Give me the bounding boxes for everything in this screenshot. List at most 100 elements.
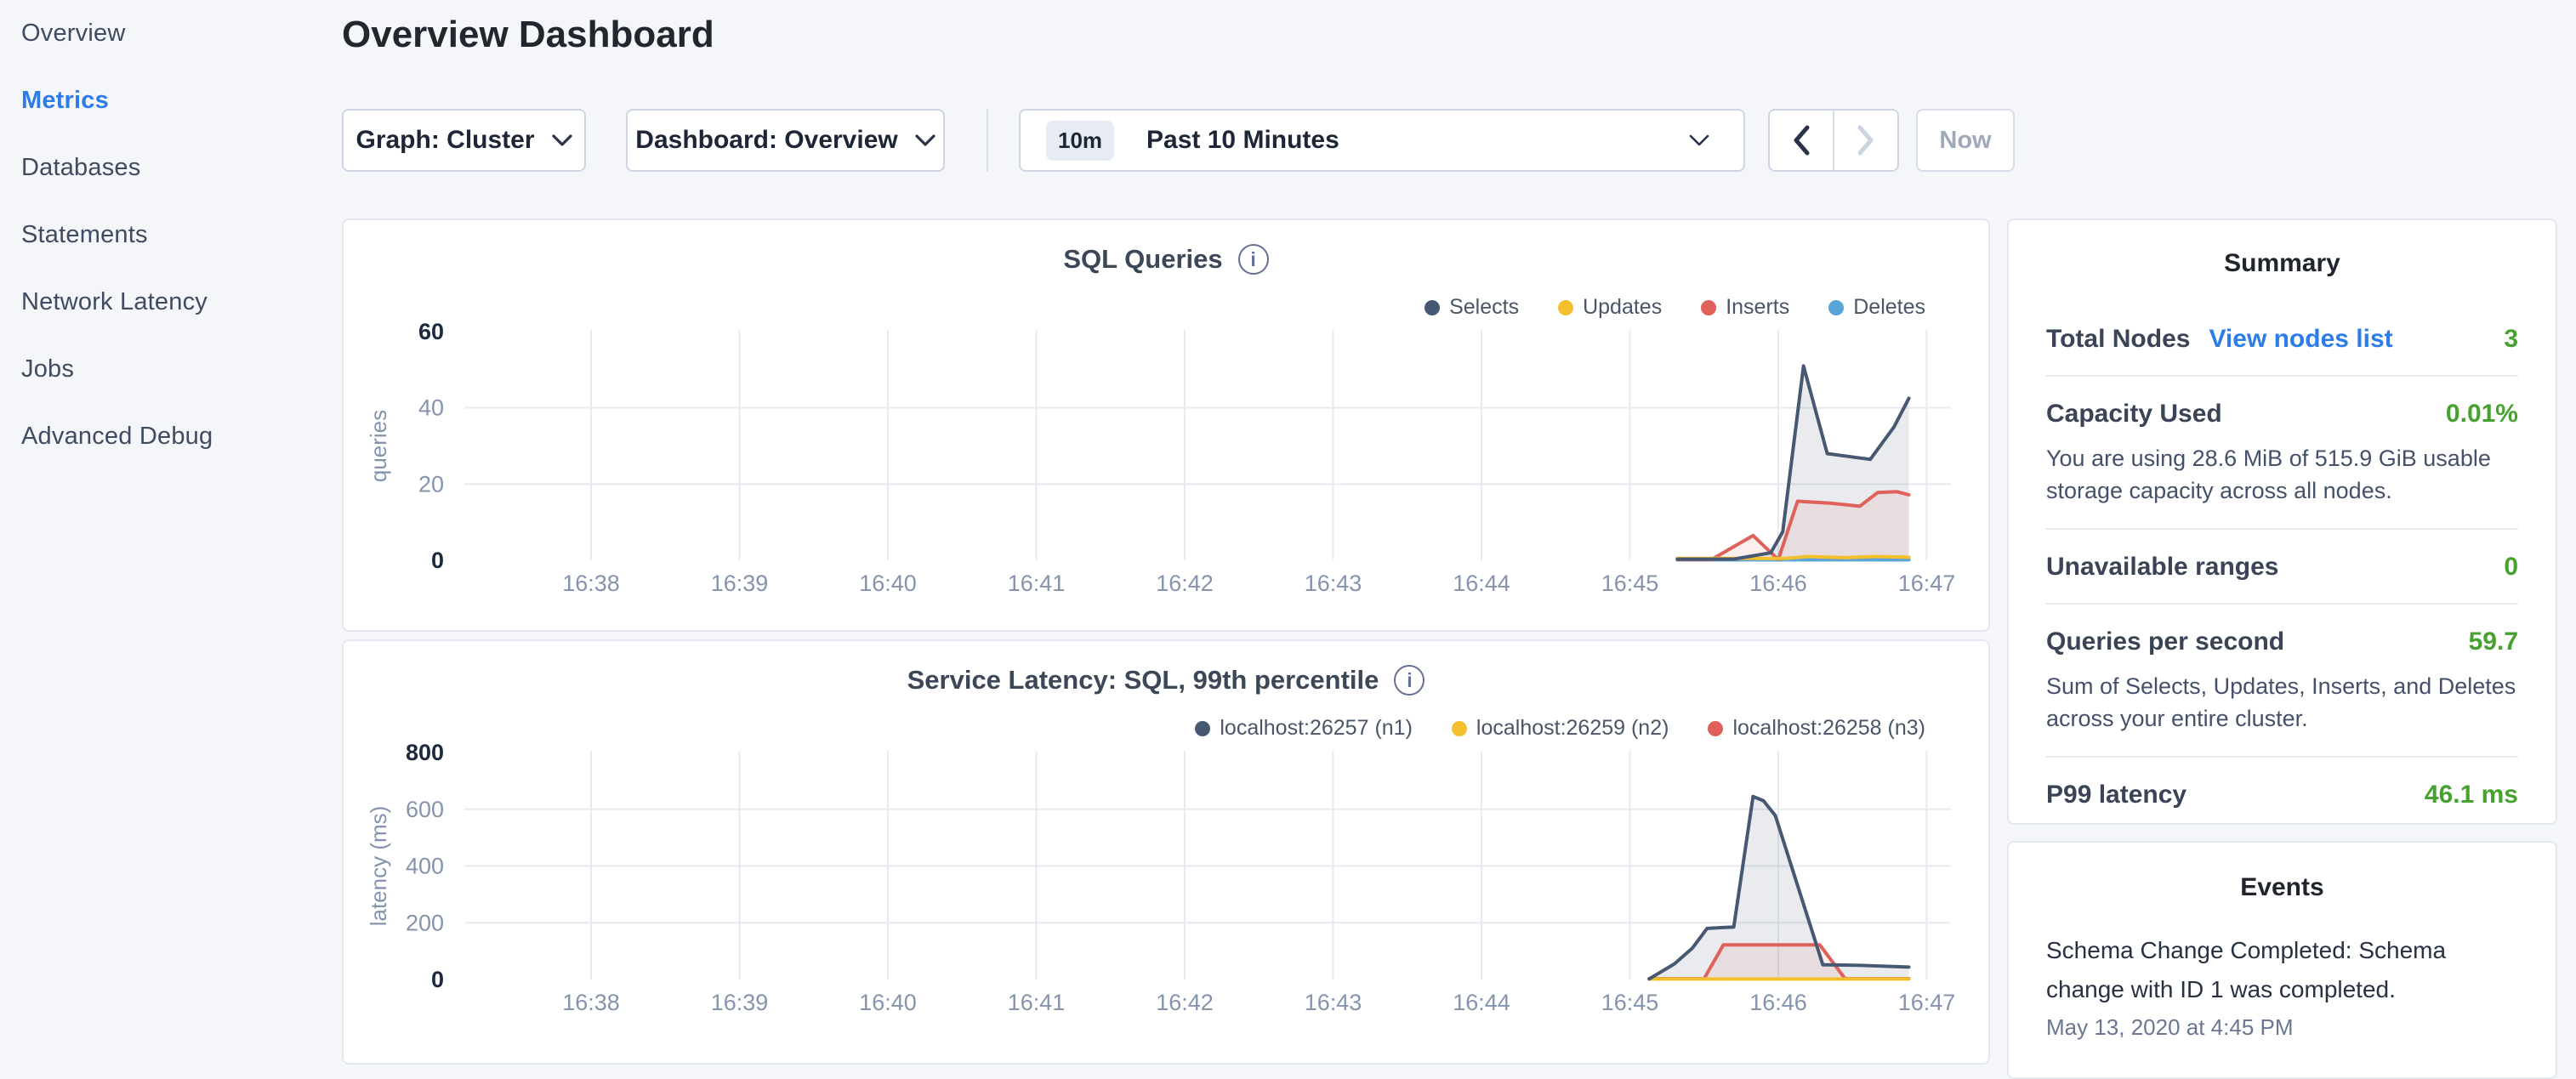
- svg-text:16:43: 16:43: [1305, 571, 1362, 596]
- svg-text:16:46: 16:46: [1749, 990, 1807, 1015]
- svg-text:16:38: 16:38: [562, 571, 620, 596]
- svg-text:0: 0: [431, 967, 444, 992]
- time-range-selector[interactable]: 10m Past 10 Minutes: [1019, 109, 1745, 172]
- svg-text:200: 200: [406, 910, 444, 935]
- summary-row-unavailable-ranges: Unavailable ranges 0: [2046, 528, 2518, 603]
- dashboard-dropdown-label: Dashboard: Overview: [635, 126, 897, 155]
- summary-row-value: 46.1 ms: [2425, 781, 2518, 809]
- page-title: Overview Dashboard: [342, 14, 714, 56]
- svg-text:16:41: 16:41: [1008, 571, 1066, 596]
- sql-queries-chart[interactable]: 0204060queries16:3816:3916:4016:4116:421…: [344, 220, 1988, 630]
- event-item: Schema Change Completed: Schema change w…: [2046, 931, 2518, 1041]
- svg-text:16:38: 16:38: [562, 990, 620, 1015]
- summary-row-p99-latency: P99 latency 46.1 ms: [2046, 756, 2518, 831]
- next-time-window-button[interactable]: [1834, 111, 1897, 170]
- sidebar-item-advanced-debug[interactable]: Advanced Debug: [21, 403, 310, 470]
- sidebar-item-jobs[interactable]: Jobs: [21, 336, 310, 403]
- svg-text:400: 400: [406, 854, 444, 879]
- graph-scope-dropdown-label: Graph: Cluster: [355, 126, 534, 155]
- sidebar-item-metrics[interactable]: Metrics: [21, 67, 310, 134]
- chevron-left-icon: [1792, 125, 1811, 156]
- chart-legend: Selects Updates Inserts Deletes: [1424, 295, 1925, 320]
- summary-row-capacity-used: Capacity Used 0.01% You are using 28.6 M…: [2046, 375, 2518, 528]
- summary-row-description: Sum of Selects, Updates, Inserts, and De…: [2046, 670, 2518, 735]
- summary-row-label: Total Nodes: [2046, 325, 2190, 354]
- legend-item: Selects: [1424, 295, 1519, 320]
- legend-label: localhost:26258 (n3): [1732, 716, 1925, 741]
- events-title: Events: [2046, 873, 2518, 902]
- legend-label: Updates: [1583, 295, 1662, 320]
- svg-text:16:41: 16:41: [1008, 990, 1066, 1015]
- legend-label: Selects: [1449, 295, 1519, 320]
- chevron-down-icon: [1689, 134, 1709, 146]
- summary-panel: Summary Total Nodes View nodes list 3 Ca…: [2007, 219, 2557, 825]
- legend-dot-icon: [1828, 300, 1844, 315]
- summary-row-label: Queries per second: [2046, 628, 2284, 656]
- legend-label: Deletes: [1853, 295, 1925, 320]
- chart-title: Service Latency: SQL, 99th percentile: [907, 665, 1379, 696]
- summary-row-description: You are using 28.6 MiB of 515.9 GiB usab…: [2046, 442, 2518, 507]
- svg-text:16:39: 16:39: [711, 571, 769, 596]
- info-icon[interactable]: i: [1394, 665, 1424, 696]
- svg-text:16:46: 16:46: [1749, 571, 1807, 596]
- summary-row-value: 0: [2504, 553, 2518, 582]
- svg-text:16:40: 16:40: [859, 990, 917, 1015]
- summary-row-label: P99 latency: [2046, 781, 2186, 809]
- legend-label: Inserts: [1726, 295, 1789, 320]
- chart-title: SQL Queries: [1063, 244, 1222, 275]
- legend-item: localhost:26257 (n1): [1195, 716, 1413, 741]
- legend-dot-icon: [1195, 721, 1210, 736]
- svg-text:16:44: 16:44: [1453, 571, 1510, 596]
- svg-text:latency (ms): latency (ms): [366, 806, 391, 927]
- legend-item: Updates: [1558, 295, 1662, 320]
- summary-title: Summary: [2046, 249, 2518, 278]
- event-message: Schema Change Completed: Schema change w…: [2046, 931, 2518, 1009]
- graph-scope-dropdown[interactable]: Graph: Cluster: [342, 109, 586, 172]
- svg-text:0: 0: [431, 548, 444, 573]
- svg-text:16:43: 16:43: [1305, 990, 1362, 1015]
- sidebar-item-network-latency[interactable]: Network Latency: [21, 269, 310, 336]
- legend-dot-icon: [1452, 721, 1467, 736]
- chevron-right-icon: [1857, 125, 1875, 156]
- legend-dot-icon: [1424, 300, 1440, 315]
- events-panel: Events Schema Change Completed: Schema c…: [2007, 841, 2557, 1079]
- sidebar-item-overview[interactable]: Overview: [21, 0, 310, 67]
- summary-row-label: Capacity Used: [2046, 400, 2222, 429]
- view-nodes-list-link[interactable]: View nodes list: [2209, 325, 2392, 354]
- svg-text:queries: queries: [366, 410, 391, 482]
- svg-text:16:42: 16:42: [1156, 571, 1214, 596]
- time-window-pager: [1768, 109, 1899, 172]
- legend-item: localhost:26259 (n2): [1452, 716, 1669, 741]
- summary-row-value: 3: [2504, 325, 2518, 354]
- legend-label: localhost:26259 (n2): [1476, 716, 1669, 741]
- toolbar-divider: [987, 109, 988, 172]
- time-range-badge: 10m: [1046, 121, 1114, 161]
- legend-dot-icon: [1558, 300, 1573, 315]
- legend-dot-icon: [1701, 300, 1716, 315]
- svg-text:16:45: 16:45: [1601, 990, 1659, 1015]
- now-button[interactable]: Now: [1916, 109, 2015, 172]
- time-range-label: Past 10 Minutes: [1146, 126, 1339, 155]
- summary-row-value: 0.01%: [2446, 400, 2518, 429]
- svg-text:16:39: 16:39: [711, 990, 769, 1015]
- sidebar-item-databases[interactable]: Databases: [21, 134, 310, 202]
- summary-row-value: 59.7: [2469, 628, 2518, 656]
- dashboard-dropdown[interactable]: Dashboard: Overview: [626, 109, 945, 172]
- summary-row-total-nodes: Total Nodes View nodes list 3: [2046, 302, 2518, 375]
- svg-text:16:47: 16:47: [1898, 990, 1956, 1015]
- prev-time-window-button[interactable]: [1770, 111, 1834, 170]
- sidebar-item-statements[interactable]: Statements: [21, 202, 310, 269]
- legend-item: Deletes: [1828, 295, 1925, 320]
- svg-text:800: 800: [406, 740, 444, 765]
- chevron-down-icon: [552, 134, 572, 146]
- svg-text:16:40: 16:40: [859, 571, 917, 596]
- svg-text:16:45: 16:45: [1601, 571, 1659, 596]
- service-latency-chart[interactable]: 0200400600800latency (ms)16:3816:3916:40…: [344, 641, 1988, 1063]
- legend-item: Inserts: [1701, 295, 1789, 320]
- info-icon[interactable]: i: [1238, 244, 1269, 275]
- svg-text:16:47: 16:47: [1898, 571, 1956, 596]
- service-latency-chart-card: Service Latency: SQL, 99th percentile i …: [342, 639, 1990, 1065]
- chevron-down-icon: [915, 134, 935, 146]
- legend-label: localhost:26257 (n1): [1220, 716, 1413, 741]
- svg-text:60: 60: [418, 319, 444, 344]
